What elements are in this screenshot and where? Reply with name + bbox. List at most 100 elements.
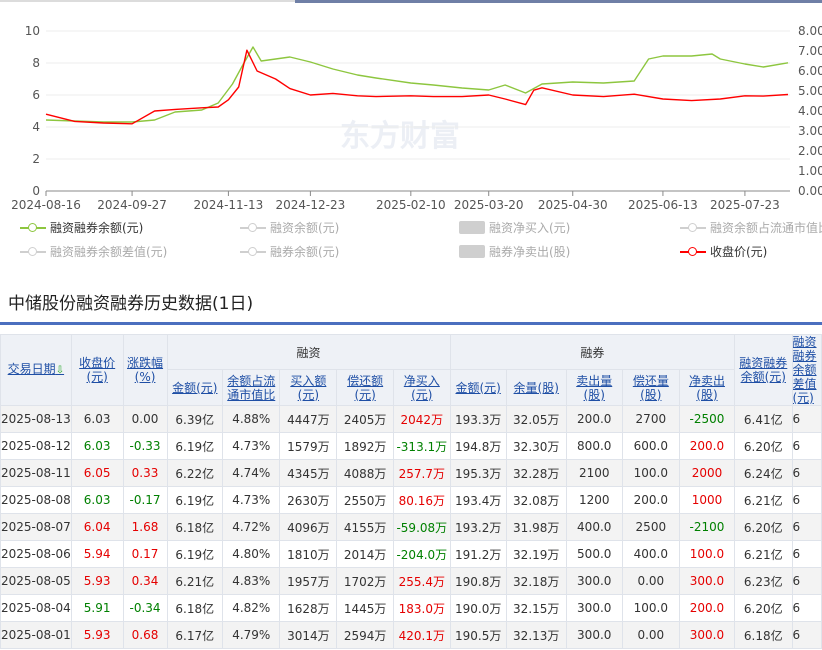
legend-line-icon [240, 222, 266, 234]
cell-rz-buy: 1628万 [279, 594, 338, 622]
legend-item[interactable]: 融券净卖出(股) [459, 243, 570, 260]
cell-total: 6.18亿 [734, 621, 793, 649]
col-rz-4[interactable]: 净买入(元) [393, 369, 451, 406]
cell-extra: 6 [791, 594, 822, 622]
title-rule [0, 322, 822, 325]
cell-chg: 0.00 [122, 405, 168, 433]
col-rz-3[interactable]: 偿还额(元) [336, 369, 395, 406]
right-axis-tick: 7.00亿 [798, 43, 822, 58]
legend-label: 融券净卖出(股) [489, 245, 571, 259]
legend-line-icon [680, 246, 706, 258]
legend-label: 融资融券余额(元) [50, 221, 144, 235]
cell-date: 2025-08-12 [0, 432, 72, 460]
cell-date: 2025-08-05 [0, 567, 72, 595]
legend-item[interactable]: 融资融券余额(元) [20, 219, 143, 236]
cell-rz-ratio: 4.80% [222, 540, 281, 568]
legend-label: 收盘价(元) [710, 245, 768, 259]
legend-line-icon [20, 246, 46, 258]
col-total-balance[interactable]: 融资融券余额(元) [734, 334, 793, 406]
cell-total: 6.24亿 [734, 459, 793, 487]
cell-close: 5.93 [70, 621, 124, 649]
cell-rq-sell: 2100 [565, 459, 623, 487]
cell-extra: 6 [791, 621, 822, 649]
cell-rq-sell: 800.0 [565, 432, 623, 460]
legend-item[interactable]: 融券余额(元) [240, 243, 339, 260]
x-axis-tick: 2024-08-16 [11, 198, 81, 212]
cell-rz-amt: 6.19亿 [166, 486, 224, 514]
cell-rq-vol: 32.18万 [505, 567, 567, 595]
cell-rq-sell: 300.0 [565, 621, 623, 649]
cell-rz-amt: 6.21亿 [166, 567, 224, 595]
legend-item[interactable]: 收盘价(元) [680, 243, 767, 260]
cell-rz-repay: 4155万 [336, 513, 395, 541]
col-rq-0[interactable]: 金额(元) [449, 369, 507, 406]
cell-rq-repay: 0.00 [621, 567, 680, 595]
cell-chg: 0.68 [122, 621, 168, 649]
x-axis-tick: 2024-09-27 [97, 198, 167, 212]
cell-rq-net: 1000 [678, 486, 736, 514]
right-axis-tick: 6.00亿 [798, 63, 822, 78]
cell-rq-sell: 400.0 [565, 513, 623, 541]
cell-rz-ratio: 4.73% [222, 432, 281, 460]
cell-chg: 0.33 [122, 459, 168, 487]
legend-item[interactable]: 融资余额(元) [240, 219, 339, 236]
cell-rz-repay: 1445万 [336, 594, 395, 622]
cell-rq-amt: 193.3万 [449, 405, 507, 433]
cell-rq-net: 100.0 [678, 540, 736, 568]
left-axis-tick: 6 [32, 88, 40, 102]
cell-rz-ratio: 4.79% [222, 621, 281, 649]
cell-rz-net: 183.0万 [393, 594, 451, 622]
cell-rz-buy: 4345万 [279, 459, 338, 487]
cell-extra: 6 [791, 405, 822, 433]
col-rq-2[interactable]: 卖出量(股) [565, 369, 623, 406]
table-row: 2025-08-04 5.91 -0.34 6.18亿 4.82% 1628万 1445万 1… [0, 594, 822, 622]
col-rq-1[interactable]: 余量(股) [505, 369, 567, 406]
col-trade-date[interactable]: 交易日期⇩ [0, 334, 72, 406]
legend-bar-icon [459, 221, 485, 234]
table-row: 2025-08-12 6.03 -0.33 6.19亿 4.73% 1579万 1892万 -… [0, 432, 822, 460]
cell-chg: 0.17 [122, 540, 168, 568]
col-rz-1[interactable]: 余额占流通市值比 [222, 369, 281, 406]
cell-chg: -0.34 [122, 594, 168, 622]
legend-item[interactable]: 融资融券余额差值(元) [20, 243, 167, 260]
cell-rq-net: -2100 [678, 513, 736, 541]
cell-date: 2025-08-01 [0, 621, 72, 649]
cell-total: 6.20亿 [734, 432, 793, 460]
cell-close: 6.03 [70, 405, 124, 433]
watermark-text: 东方财富 [340, 119, 460, 154]
legend-item[interactable]: 融资余额占流通市值比 [680, 219, 822, 236]
col-change[interactable]: 涨跌幅(%) [122, 334, 168, 406]
cell-rq-net: 2000 [678, 459, 736, 487]
cell-rq-vol: 32.28万 [505, 459, 567, 487]
col-balance-diff[interactable]: 融资融券余额差值(元) [791, 334, 822, 406]
col-rq-3[interactable]: 偿还量(股) [621, 369, 680, 406]
cell-rq-repay: 100.0 [621, 459, 680, 487]
sort-desc-icon[interactable]: ⇩ [56, 365, 64, 376]
cell-rq-net: 200.0 [678, 594, 736, 622]
table-row: 2025-08-07 6.04 1.68 6.18亿 4.72% 4096万 4155万 -5… [0, 513, 822, 541]
right-axis-tick: 3.00亿 [798, 123, 822, 138]
cell-rz-amt: 6.18亿 [166, 594, 224, 622]
col-close[interactable]: 收盘价(元) [70, 334, 124, 406]
cell-total: 6.23亿 [734, 567, 793, 595]
col-rz-2[interactable]: 买入额(元) [279, 369, 338, 406]
cell-date: 2025-08-08 [0, 486, 72, 514]
right-axis-tick: 2.00亿 [798, 143, 822, 158]
cell-rz-ratio: 4.83% [222, 567, 281, 595]
right-axis-tick: 4.00亿 [798, 103, 822, 118]
cell-rz-repay: 2594万 [336, 621, 395, 649]
left-axis-tick: 8 [32, 56, 40, 70]
margin-trading-chart: 东方财富 0 2 4 6 8 10 0.00亿 1.00亿 2.00亿 3.00亿 4.00亿 5.00… [11, 23, 822, 212]
col-rq-4[interactable]: 净卖出(股) [678, 369, 736, 406]
cell-extra: 6 [791, 486, 822, 514]
col-trade-date-label: 交易日期 [7, 362, 56, 376]
cell-rz-amt: 6.39亿 [166, 405, 224, 433]
section-title: 中储股份融资融券历史数据(1日) [8, 294, 254, 314]
col-rz-0[interactable]: 金额(元) [166, 369, 224, 406]
legend-item[interactable]: 融资净买入(元) [459, 219, 570, 236]
cell-rz-buy: 1957万 [279, 567, 338, 595]
cell-rq-net: 300.0 [678, 621, 736, 649]
history-table-container: 交易日期⇩ 收盘价(元) 涨跌幅(%) 融资 融券 融资融券余额(元) 融资融券… [0, 334, 822, 650]
cell-rz-amt: 6.17亿 [166, 621, 224, 649]
cell-rq-vol: 32.08万 [505, 486, 567, 514]
